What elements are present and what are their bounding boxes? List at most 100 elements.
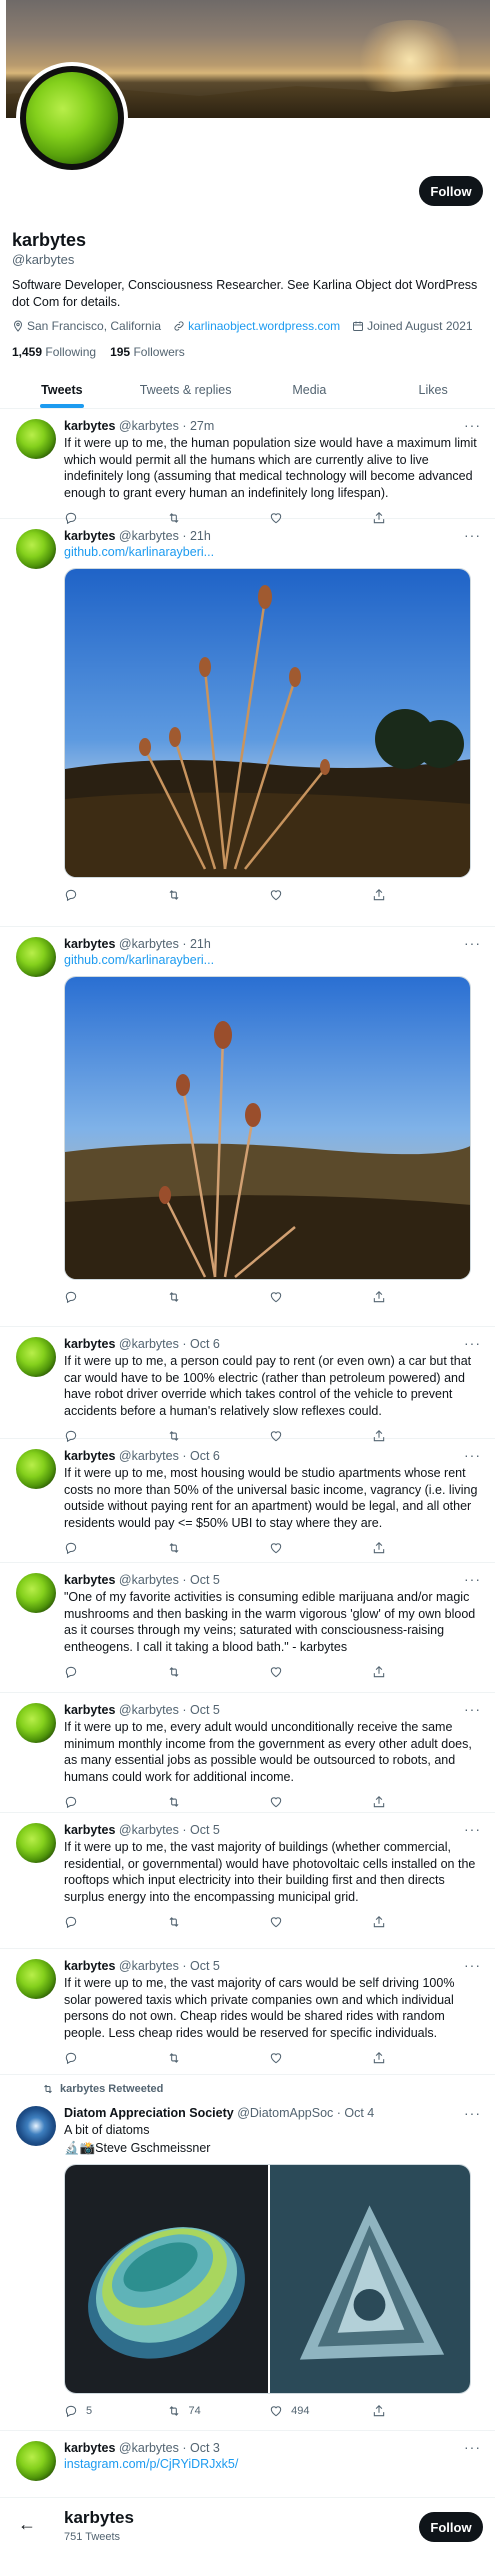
tweet-link[interactable]: github.com/karlinarayberi...	[64, 952, 483, 968]
share-button[interactable]	[372, 1795, 412, 1809]
tweet-avatar[interactable]	[16, 1449, 56, 1489]
reply-button[interactable]	[64, 1290, 104, 1304]
more-icon[interactable]: ···	[464, 1701, 481, 1717]
share-button[interactable]	[372, 1665, 412, 1679]
retweeted-label[interactable]: karbytes Retweeted	[60, 2083, 163, 2095]
tweet-avatar[interactable]	[16, 2441, 56, 2481]
like-button[interactable]	[269, 1290, 309, 1304]
sticky-follow-button[interactable]: Follow	[419, 2512, 483, 2542]
more-icon[interactable]: ···	[464, 1571, 481, 1587]
tweet[interactable]: ··· karbytes @karbytes · 21h github.com/…	[0, 519, 495, 927]
tweet-link[interactable]: instagram.com/p/CjRYiDRJxk5/	[64, 2456, 483, 2472]
like-button[interactable]	[269, 1665, 309, 1679]
tweet-photo-teasel-sunset[interactable]	[64, 568, 471, 878]
retweet-button[interactable]	[167, 1665, 207, 1679]
tweet-author[interactable]: karbytes	[64, 1959, 115, 1973]
retweet-button[interactable]: 74	[167, 2404, 207, 2418]
website-link[interactable]: karlinaobject.wordpress.com	[188, 319, 340, 333]
follow-button[interactable]: Follow	[419, 176, 483, 206]
share-button[interactable]	[372, 1541, 412, 1555]
like-button[interactable]	[269, 1915, 309, 1929]
reply-button[interactable]	[64, 1541, 104, 1555]
tweet-time[interactable]: Oct 6	[190, 1449, 220, 1463]
tweet[interactable]: ··· karbytes @karbytes · Oct 5 If it wer…	[0, 1693, 495, 1813]
tweet-avatar[interactable]	[16, 1703, 56, 1743]
share-button[interactable]	[372, 2051, 412, 2065]
reply-button[interactable]: 5	[64, 2404, 104, 2418]
tweet[interactable]: ··· karbytes @karbytes · Oct 5 If it wer…	[0, 1949, 495, 2075]
like-button[interactable]	[269, 1541, 309, 1555]
tab-likes[interactable]: Likes	[371, 371, 495, 408]
more-icon[interactable]: ···	[464, 1957, 481, 1973]
tweet[interactable]: ··· karbytes @karbytes · Oct 6 If it wer…	[0, 1439, 495, 1563]
tweet-author[interactable]: Diatom Appreciation Society	[64, 2106, 234, 2120]
share-button[interactable]	[372, 888, 412, 902]
like-button[interactable]	[269, 2051, 309, 2065]
retweet-button[interactable]	[167, 888, 207, 902]
more-icon[interactable]: ···	[464, 935, 481, 951]
tweet[interactable]: ··· karbytes @karbytes · Oct 5 "One of m…	[0, 1563, 495, 1693]
reply-button[interactable]	[64, 1665, 104, 1679]
like-button[interactable]: 494	[269, 2404, 309, 2418]
tweet-avatar[interactable]	[16, 2106, 56, 2146]
tab-tweets[interactable]: Tweets	[0, 371, 124, 408]
tweet-retweet[interactable]: karbytes Retweeted ··· Diatom Appreciati…	[0, 2075, 495, 2431]
tweet-author[interactable]: karbytes	[64, 1449, 115, 1463]
followers-count[interactable]: 195 Followers	[110, 345, 185, 359]
share-button[interactable]	[372, 1915, 412, 1929]
tweet-avatar[interactable]	[16, 1823, 56, 1863]
more-icon[interactable]: ···	[464, 1821, 481, 1837]
tweet-author[interactable]: karbytes	[64, 2441, 115, 2455]
tweet-link[interactable]: github.com/karlinarayberi...	[64, 544, 483, 560]
tweet-handle[interactable]: @karbytes	[119, 2441, 179, 2455]
reply-button[interactable]	[64, 888, 104, 902]
reply-button[interactable]	[64, 1795, 104, 1809]
share-button[interactable]	[372, 1290, 412, 1304]
more-icon[interactable]: ···	[464, 2439, 481, 2455]
retweet-button[interactable]	[167, 1915, 207, 1929]
tweet-time[interactable]: 27m	[190, 419, 214, 433]
tweet-avatar[interactable]	[16, 419, 56, 459]
tweet-time[interactable]: Oct 5	[190, 1959, 220, 1973]
retweet-button[interactable]	[167, 1795, 207, 1809]
tweet-handle[interactable]: @karbytes	[119, 1959, 179, 1973]
tweet-author[interactable]: karbytes	[64, 1703, 115, 1717]
tweet-avatar[interactable]	[16, 1959, 56, 1999]
tweet-time[interactable]: 21h	[190, 937, 211, 951]
profile-avatar[interactable]	[16, 62, 128, 174]
tweet-time[interactable]: Oct 5	[190, 1703, 220, 1717]
tweet[interactable]: ··· karbytes @karbytes · 27m If it were …	[0, 409, 495, 525]
more-icon[interactable]: ···	[464, 1447, 481, 1463]
tweet-author[interactable]: karbytes	[64, 419, 115, 433]
more-icon[interactable]: ···	[464, 2105, 481, 2121]
tweet-handle[interactable]: @karbytes	[119, 1703, 179, 1717]
tweet-handle[interactable]: @karbytes	[119, 529, 179, 543]
tweet-time[interactable]: Oct 4	[344, 2106, 374, 2120]
following-count[interactable]: 1,459 Following	[12, 345, 96, 359]
tab-media[interactable]: Media	[248, 371, 372, 408]
more-icon[interactable]: ···	[464, 417, 481, 433]
tweet-time[interactable]: Oct 5	[190, 1573, 220, 1587]
like-button[interactable]	[269, 888, 309, 902]
retweet-button[interactable]	[167, 2051, 207, 2065]
tweet-photo-teasel-hills[interactable]	[64, 976, 471, 1280]
tweet-author[interactable]: karbytes	[64, 1337, 115, 1351]
tweet-avatar[interactable]	[16, 937, 56, 977]
like-button[interactable]	[269, 1795, 309, 1809]
tweet-photo-diatoms[interactable]	[64, 2164, 471, 2394]
tweet[interactable]: ··· karbytes @karbytes · Oct 6 If it wer…	[0, 1327, 495, 1443]
retweet-button[interactable]	[167, 1541, 207, 1555]
tweet-author[interactable]: karbytes	[64, 1823, 115, 1837]
tweet-handle[interactable]: @karbytes	[119, 1449, 179, 1463]
tweet-author[interactable]: karbytes	[64, 529, 115, 543]
tab-tweets-replies[interactable]: Tweets & replies	[124, 371, 248, 408]
tweet-time[interactable]: 21h	[190, 529, 211, 543]
tweet[interactable]: ··· karbytes @karbytes · 21h github.com/…	[0, 927, 495, 1327]
tweet-time[interactable]: Oct 5	[190, 1823, 220, 1837]
retweet-button[interactable]	[167, 1290, 207, 1304]
back-arrow-icon[interactable]: ←	[18, 2514, 36, 2535]
tweet-author[interactable]: karbytes	[64, 1573, 115, 1587]
tweet-author[interactable]: karbytes	[64, 937, 115, 951]
tweet-handle[interactable]: @DiatomAppSoc	[237, 2106, 333, 2120]
reply-button[interactable]	[64, 2051, 104, 2065]
